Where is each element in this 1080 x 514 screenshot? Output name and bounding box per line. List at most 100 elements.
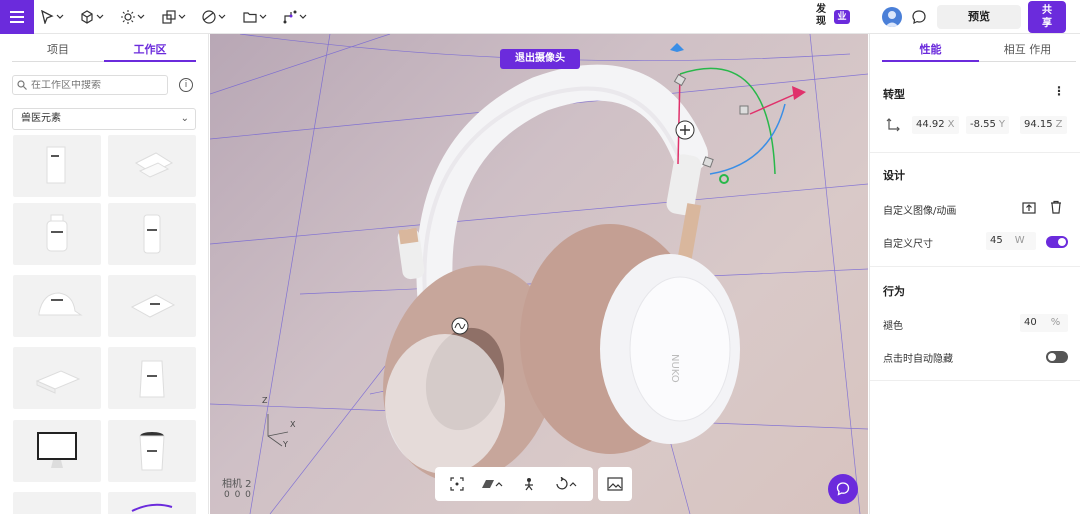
asset-tile[interactable] bbox=[13, 275, 101, 337]
avatar[interactable] bbox=[882, 7, 902, 27]
viewport-toolbar bbox=[435, 467, 593, 501]
position-z-field[interactable]: 94.15 Z bbox=[1020, 116, 1067, 134]
toggle-knob bbox=[1058, 238, 1066, 246]
objects-tool-button[interactable] bbox=[162, 7, 186, 27]
discover-badge: 业 bbox=[834, 10, 850, 24]
orbit-icon[interactable] bbox=[554, 477, 578, 491]
tab-properties[interactable]: 性能 bbox=[882, 40, 979, 62]
asset-tile[interactable] bbox=[13, 420, 101, 482]
path-tool-button[interactable] bbox=[283, 7, 307, 27]
asset-tile[interactable] bbox=[13, 347, 101, 409]
top-toolbar: 发现 业 预览 共享 bbox=[0, 0, 1080, 34]
share-button[interactable]: 共享 bbox=[1028, 1, 1066, 33]
right-tabs: 性能 相互 作用 bbox=[882, 40, 1076, 62]
trash-icon[interactable] bbox=[1049, 200, 1063, 214]
position-x-value: 44.92 bbox=[916, 119, 945, 130]
search-box[interactable] bbox=[12, 75, 168, 95]
divider bbox=[870, 266, 1080, 267]
fade-label: 褪色 bbox=[883, 321, 903, 332]
fade-value: 40 bbox=[1024, 317, 1037, 328]
properties-panel: 性能 相互 作用 转型 ⋮ 44.92 X -8.55 Y 94.15 Z 设计 自定… bbox=[869, 34, 1080, 514]
position-x-field[interactable]: 44.92 X bbox=[912, 116, 959, 134]
search-input[interactable] bbox=[31, 79, 161, 91]
custom-size-toggle[interactable] bbox=[1046, 236, 1068, 248]
hamburger-icon bbox=[10, 11, 24, 23]
tab-projects[interactable]: 项目 bbox=[12, 40, 104, 62]
select-tool-button[interactable] bbox=[40, 7, 64, 27]
asset-tile[interactable] bbox=[13, 492, 101, 514]
preview-button[interactable]: 预览 bbox=[937, 5, 1021, 29]
size-unit: W bbox=[1014, 235, 1025, 246]
behavior-title: 行为 bbox=[883, 285, 905, 298]
asset-tile[interactable] bbox=[108, 135, 196, 197]
position-y-axis: Y bbox=[998, 119, 1005, 130]
size-field[interactable]: 45 W bbox=[986, 232, 1036, 250]
size-value: 45 bbox=[990, 235, 1003, 246]
asset-tile[interactable] bbox=[108, 492, 196, 514]
comments-button[interactable] bbox=[911, 9, 927, 29]
object-add-icon bbox=[162, 10, 176, 24]
discover-label: 发现 bbox=[816, 4, 826, 27]
exit-camera-button[interactable]: 退出摄像头 bbox=[500, 49, 580, 69]
walk-icon[interactable] bbox=[521, 477, 537, 491]
asset-tile[interactable] bbox=[108, 420, 196, 482]
search-icon bbox=[17, 80, 27, 90]
position-x-axis: X bbox=[947, 119, 955, 130]
toggle-knob bbox=[1048, 353, 1056, 361]
chevron-down-icon: ⌄ bbox=[180, 113, 189, 124]
custom-image-label: 自定义图像/动画 bbox=[883, 206, 957, 217]
focus-icon[interactable] bbox=[450, 477, 464, 491]
position-y-value: -8.55 bbox=[970, 119, 996, 130]
more-options-icon[interactable]: ⋮ bbox=[1053, 84, 1065, 98]
scene-wireframe: NUKO bbox=[210, 34, 868, 514]
discover-button[interactable]: 发现 业 bbox=[816, 4, 852, 30]
can-mockup-icon bbox=[143, 214, 161, 254]
asset-tile[interactable] bbox=[108, 347, 196, 409]
pouch-mockup-icon bbox=[139, 360, 165, 398]
asset-tile[interactable] bbox=[108, 203, 196, 265]
box-mockup-icon bbox=[35, 370, 81, 394]
filter-selected-value: 兽医元素 bbox=[21, 113, 61, 124]
path-icon bbox=[283, 10, 297, 24]
folder-tool-button[interactable] bbox=[243, 7, 267, 27]
book-mockup-icon bbox=[46, 146, 66, 184]
autohide-toggle[interactable] bbox=[1046, 351, 1068, 363]
position-icon bbox=[886, 118, 900, 132]
asset-tile[interactable] bbox=[13, 203, 101, 265]
tab-workspace[interactable]: 工作区 bbox=[104, 40, 196, 62]
shapes-tool-button[interactable] bbox=[80, 7, 104, 27]
canvas-viewport[interactable]: NUKO 退出摄像头 Z X Y 相机 2 0 0 0 bbox=[210, 34, 868, 514]
asset-tile[interactable] bbox=[108, 275, 196, 337]
folder-icon bbox=[243, 12, 257, 23]
chevron-down-icon bbox=[178, 14, 186, 19]
brush-stroke-icon bbox=[131, 503, 173, 512]
custom-size-label: 自定义尺寸 bbox=[883, 239, 933, 250]
position-y-field[interactable]: -8.55 Y bbox=[966, 116, 1009, 134]
share-label: 共享 bbox=[1042, 5, 1052, 29]
upload-icon[interactable] bbox=[1022, 200, 1036, 214]
chevron-down-icon bbox=[218, 14, 226, 19]
support-chat-button[interactable] bbox=[828, 474, 858, 504]
tab-interactions[interactable]: 相互 作用 bbox=[979, 40, 1076, 62]
materials-tool-button[interactable] bbox=[202, 7, 226, 27]
library-filter-select[interactable]: 兽医元素 ⌄ bbox=[12, 108, 196, 130]
asset-tile[interactable] bbox=[13, 135, 101, 197]
chevron-down-icon bbox=[96, 14, 104, 19]
user-icon bbox=[885, 11, 899, 27]
plane-icon[interactable] bbox=[481, 477, 503, 491]
cards-mockup-icon bbox=[134, 152, 174, 178]
divider bbox=[870, 380, 1080, 381]
position-z-axis: Z bbox=[1055, 119, 1063, 130]
monitor-mockup-icon bbox=[37, 432, 77, 468]
position-z-value: 94.15 bbox=[1024, 119, 1053, 130]
divider bbox=[870, 152, 1080, 153]
axis-label-x: X bbox=[290, 420, 296, 429]
cap-mockup-icon bbox=[38, 292, 83, 316]
image-button[interactable] bbox=[598, 467, 632, 501]
bottle-mockup-icon bbox=[46, 214, 68, 252]
axis-label-z: Z bbox=[262, 396, 268, 405]
fade-field[interactable]: 40% bbox=[1020, 314, 1068, 332]
info-icon[interactable]: i bbox=[179, 78, 193, 92]
menu-button[interactable] bbox=[0, 0, 34, 34]
lights-tool-button[interactable] bbox=[121, 7, 145, 27]
